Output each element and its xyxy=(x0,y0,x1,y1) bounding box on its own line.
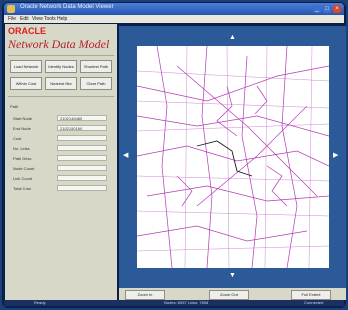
maximize-button[interactable]: □ xyxy=(323,5,331,13)
clear-path-button[interactable]: Clear Path xyxy=(80,77,112,90)
link-count-field[interactable] xyxy=(57,175,107,181)
zoom-out-button[interactable]: Zoom Out xyxy=(209,290,249,300)
load-network-button[interactable]: Load Network xyxy=(10,60,42,73)
cost-field[interactable] xyxy=(57,135,107,141)
map-panel: ▲ ▼ ◀ ▶ xyxy=(119,26,346,288)
path-desc-field[interactable] xyxy=(57,155,107,161)
zoom-in-button[interactable]: Zoom In xyxy=(125,290,165,300)
app-title: Network Data Model xyxy=(8,37,110,51)
map-controls: Zoom In Zoom Out Full Extent xyxy=(119,288,346,300)
identify-nodes-button[interactable]: Identify Nodes xyxy=(45,60,77,73)
control-panel: ORACLE Network Data Model Load Network I… xyxy=(5,24,117,300)
field-label: Start Node xyxy=(13,116,33,121)
app-icon xyxy=(7,5,15,13)
divider xyxy=(8,96,114,97)
field-label: Link Count xyxy=(13,176,33,181)
links-field[interactable] xyxy=(57,145,107,151)
menu-tools[interactable]: Tools xyxy=(44,15,56,23)
divider xyxy=(8,55,114,56)
field-label: No. Links xyxy=(13,146,30,151)
shortest-path-button[interactable]: Shortest Path xyxy=(80,60,112,73)
end-node-field[interactable]: 2102150160 xyxy=(57,125,107,131)
pan-up-icon[interactable]: ▲ xyxy=(229,34,236,41)
menu-edit[interactable]: Edit xyxy=(20,15,29,23)
pan-down-icon[interactable]: ▼ xyxy=(229,272,236,279)
network-map[interactable] xyxy=(137,46,329,268)
status-center: Nodes: 6057 Links: 7698 xyxy=(164,300,209,305)
status-right: Connected xyxy=(304,300,324,305)
road-network xyxy=(137,46,329,268)
field-label: End Node xyxy=(13,126,31,131)
pan-left-icon[interactable]: ◀ xyxy=(123,152,128,159)
menu-bar: File Edit View Tools Help xyxy=(4,15,344,23)
nearest-neighbor-button[interactable]: Nearest Nbr xyxy=(45,77,77,90)
menu-file[interactable]: File xyxy=(8,15,16,23)
status-bar: Ready Nodes: 6057 Links: 7698 Connected xyxy=(4,300,344,306)
field-label: Total Cost xyxy=(13,186,31,191)
minimize-button[interactable]: _ xyxy=(313,5,321,13)
node-count-field[interactable] xyxy=(57,165,107,171)
menu-help[interactable]: Help xyxy=(57,15,67,23)
close-button[interactable]: × xyxy=(333,5,341,13)
status-left: Ready xyxy=(34,300,46,305)
field-label: Path Desc xyxy=(13,156,32,161)
pan-right-icon[interactable]: ▶ xyxy=(333,152,338,159)
field-label: Node Count xyxy=(13,166,35,171)
title-bar: Oracle Network Data Model Viewer _ □ × xyxy=(4,3,344,15)
menu-view[interactable]: View xyxy=(32,15,43,23)
oracle-logo: ORACLE xyxy=(8,26,46,36)
total-cost-field[interactable] xyxy=(57,185,107,191)
within-cost-button[interactable]: Within Cost xyxy=(10,77,42,90)
field-label: Cost xyxy=(13,136,22,141)
section-label: Path xyxy=(10,104,19,109)
start-node-field[interactable]: 2102148480 xyxy=(57,115,107,121)
full-extent-button[interactable]: Full Extent xyxy=(291,290,331,300)
window-title: Oracle Network Data Model Viewer xyxy=(20,4,114,10)
